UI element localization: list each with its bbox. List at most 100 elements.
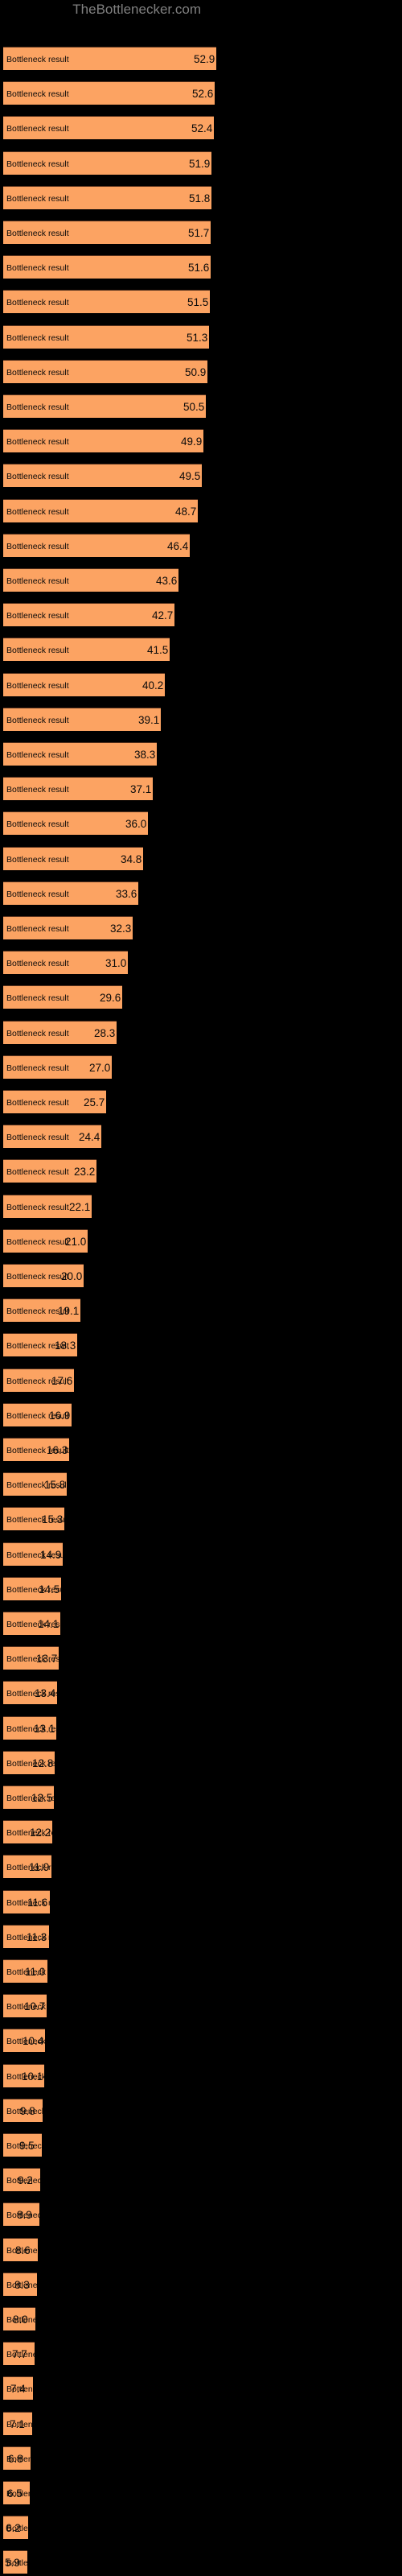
bar[interactable]: Bottleneck result9.8 [3,2098,43,2122]
bar-row: Bottleneck result6.8 [0,2446,402,2470]
bar[interactable]: Bottleneck result13.1 [3,1715,56,1740]
bar[interactable]: Bottleneck result7.7 [3,2342,35,2366]
bar-row: Bottleneck result 15.3 [0,1507,402,1531]
bar-row: Bottleneck result 39.1 [0,707,402,731]
bar-row: Bottleneck result13.4 [0,1681,402,1705]
bar-value: 17.6 [51,1374,73,1387]
bar[interactable]: Bottleneck result 41.5 [3,638,170,662]
bar[interactable]: Bottleneck result 20.0 [3,1264,84,1287]
bar[interactable]: Bottleneck result 28.3 [3,1020,117,1044]
bar[interactable]: Bottleneck result 27.0 [3,1055,112,1079]
bar[interactable]: Bottleneck result 51.6 [3,255,211,279]
bar[interactable]: Bottleneck result8.0 [3,2307,35,2330]
bar[interactable]: Bottleneck result 46.4 [3,533,190,557]
bar[interactable]: Bottleneck result 49.5 [3,464,202,488]
bar[interactable]: Bottleneck result14.5 [3,1576,61,1600]
bar[interactable]: Bottleneck result 51.3 [3,324,209,349]
bar[interactable]: Bottleneck result8.9 [3,2202,39,2227]
bar-value: 31.0 [105,957,127,970]
bar[interactable]: Bottleneck result 49.9 [3,429,203,453]
bar[interactable]: Bottleneck result 51.7 [3,221,211,244]
bar-row: Bottleneck result 43.6 [0,568,402,592]
bar-label: Bottleneck result [6,229,69,238]
bar[interactable]: Bottleneck result 15.3 [3,1507,64,1531]
bar[interactable]: Bottleneck result6.5 [3,2481,30,2504]
bar-row: Bottleneck result7.4 [0,2376,402,2401]
bar[interactable]: Bottleneck result 21.0 [3,1228,88,1253]
bar[interactable]: Bottleneck result 31.0 [3,951,128,975]
bar[interactable]: Bottleneck result13.4 [3,1681,57,1705]
bar[interactable]: Bottleneck result12.8 [3,1750,55,1774]
bar[interactable]: Bottleneck result 22.1 [3,1194,92,1218]
bar[interactable]: Bottleneck result12.5 [3,1785,54,1809]
bar-label: Bottleneck result [6,437,69,448]
bar[interactable]: Bottleneck result9.2 [3,2168,40,2192]
bar[interactable]: Bottleneck result8.6 [3,2237,38,2261]
bar-label: Bottleneck result [6,924,69,934]
bar[interactable]: Bottleneck result11.0 [3,1959,47,1983]
bar[interactable]: Bottleneck result 29.6 [3,985,122,1009]
bar-value: 50.5 [183,401,205,413]
bar[interactable]: Bottleneck result 50.9 [3,359,207,383]
bar[interactable]: Bottleneck result7.1 [3,2411,32,2435]
bar[interactable]: Bottleneck result11.9 [3,1855,51,1879]
bar[interactable]: Bottleneck result11.6 [3,1889,50,1913]
bar[interactable]: Bottleneck result 52.4 [3,116,214,140]
bar[interactable]: Bottleneck result 51.8 [3,185,211,209]
bar-row: Bottleneck result 49.5 [0,464,402,488]
bar[interactable]: Bottleneck result6.2 [3,2516,28,2540]
bar[interactable]: Bottleneck result 42.7 [3,603,174,627]
bar[interactable]: Bottleneck result 39.1 [3,707,161,731]
bar-value: 42.7 [152,609,174,622]
bar-value: 9.8 [20,2104,35,2117]
bar[interactable]: Bottleneck result 16.3 [3,1438,69,1461]
bar[interactable]: Bottleneck result9.5 [3,2133,42,2157]
bar[interactable]: Bottleneck result 17.6 [3,1368,74,1392]
bar[interactable]: Bottleneck result6.8 [3,2446,31,2470]
bar-row: Bottleneck result9.5 [0,2133,402,2157]
bar[interactable]: Bottleneck result 24.4 [3,1125,101,1149]
bar[interactable]: Bottleneck result 40.2 [3,672,165,696]
bar-row: Bottleneck result 18.3 [0,1333,402,1357]
bar[interactable]: Bottleneck result 25.7 [3,1090,106,1113]
bar-value: 50.9 [185,365,207,378]
bar-value: 13.4 [35,1687,56,1700]
bar[interactable]: Bottleneck result 43.6 [3,568,178,592]
bar[interactable]: Bottleneck result 14.9 [3,1542,63,1566]
bar-label: Bottleneck result [6,646,69,656]
bar[interactable]: Bottleneck result 19.1 [3,1298,80,1323]
bar-label: Bottleneck result [6,367,69,378]
bar-row: Bottleneck result 19.1 [0,1298,402,1323]
bar[interactable]: Bottleneck result 51.9 [3,151,211,175]
bar[interactable]: Bottleneck result10.1 [3,2063,44,2087]
bar[interactable]: Bottleneck result 34.8 [3,846,143,870]
bar[interactable]: Bottleneck result 18.3 [3,1333,77,1357]
bar[interactable]: Bottleneck result 38.3 [3,742,157,766]
bar[interactable]: Bottleneck result 52.9 [3,47,216,70]
bar-value: 52.6 [192,88,214,101]
bar[interactable]: Bottleneck result 23.2 [3,1159,96,1183]
bar-value: 12.8 [32,1757,54,1769]
bar[interactable]: Bottleneck result14.1 [3,1612,60,1635]
bar[interactable]: Bottleneck result13.7 [3,1646,59,1670]
bar-row: Bottleneck result 51.9 [0,151,402,175]
bar[interactable]: Bottleneck result 15.8 [3,1472,67,1496]
bar[interactable]: Bottleneck result8.3 [3,2272,37,2296]
bar[interactable]: Bottleneck result 51.5 [3,290,210,314]
bar[interactable]: Bottleneck result 16.9 [3,1402,72,1426]
bar[interactable]: Bottleneck result5.9 [3,2550,27,2574]
bar[interactable]: Bottleneck result 37.1 [3,777,153,801]
bar[interactable]: Bottleneck result 52.6 [3,81,215,105]
bar[interactable]: Bottleneck result7.4 [3,2376,33,2401]
bar-row: Bottleneck result10.1 [0,2063,402,2087]
bar[interactable]: Bottleneck result12.2 [3,1820,52,1844]
bar[interactable]: Bottleneck result10.4 [3,2029,45,2053]
bar[interactable]: Bottleneck result 32.3 [3,916,133,939]
bar[interactable]: Bottleneck result10.7 [3,1994,47,2018]
bar[interactable]: Bottleneck result 36.0 [3,811,148,836]
bar[interactable]: Bottleneck result 33.6 [3,881,138,905]
bar-row: Bottleneck result8.6 [0,2237,402,2261]
bar[interactable]: Bottleneck result 50.5 [3,394,206,418]
bar[interactable]: Bottleneck result11.3 [3,1924,49,1948]
bar[interactable]: Bottleneck result 48.7 [3,498,198,522]
